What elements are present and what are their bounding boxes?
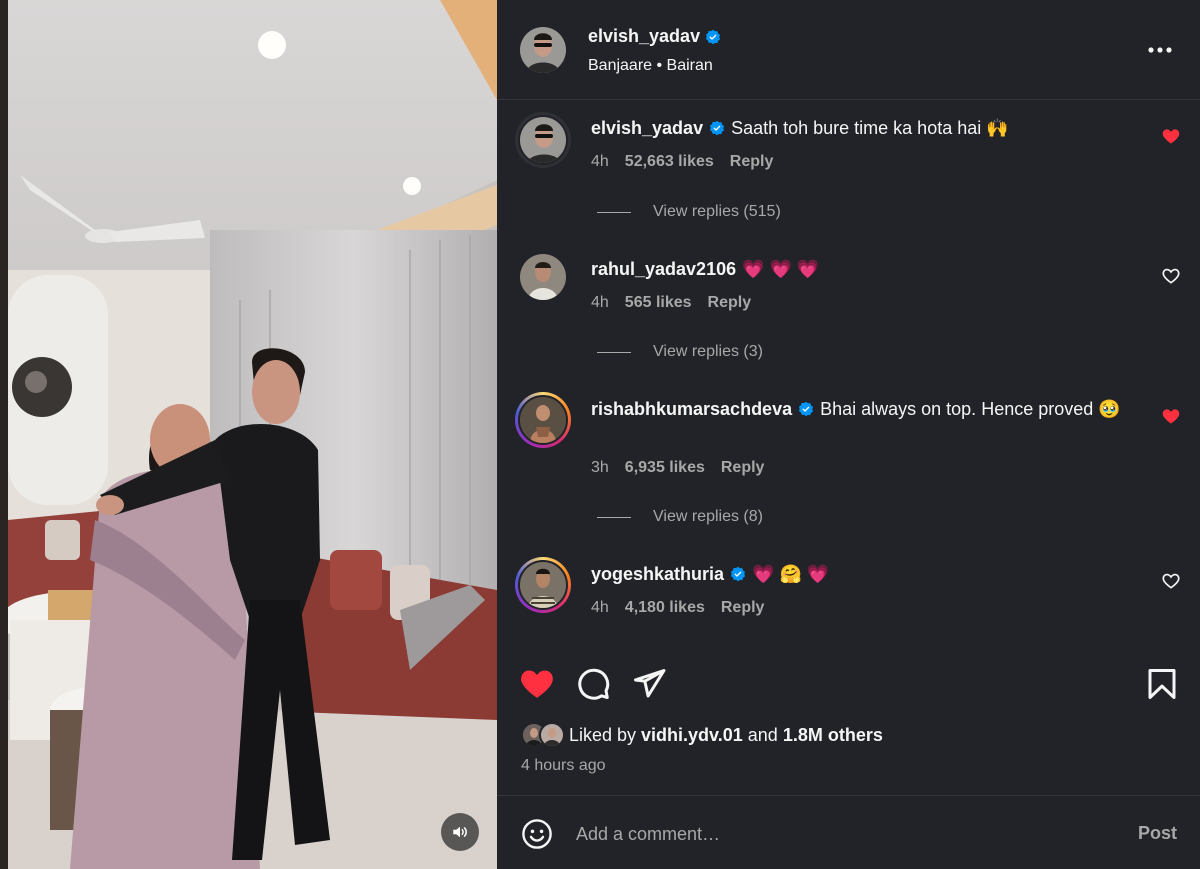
replies-divider-line xyxy=(597,516,631,518)
commenter-username[interactable]: elvish_yadav xyxy=(591,118,703,138)
reply-button[interactable]: Reply xyxy=(730,153,774,171)
comment-input[interactable] xyxy=(576,820,1096,848)
commenter-avatar-story-ring[interactable] xyxy=(515,392,571,448)
comment-meta: 4h 4,180 likes Reply xyxy=(591,599,764,617)
media-edge xyxy=(0,0,8,869)
post-timestamp[interactable]: 4 hours ago xyxy=(521,757,606,775)
author-username[interactable]: elvish_yadav xyxy=(588,26,700,47)
view-replies-label: View replies (3) xyxy=(653,343,763,360)
post-action-bar xyxy=(497,660,1200,710)
view-replies-label: View replies (8) xyxy=(653,508,763,525)
verified-badge-icon xyxy=(706,29,721,44)
comment-likes[interactable]: 565 likes xyxy=(625,294,692,312)
comment-like-heart-icon[interactable] xyxy=(1161,126,1181,146)
verified-badge-icon xyxy=(731,566,746,582)
liked-by-user[interactable]: vidhi.ydv.01 xyxy=(641,725,743,746)
commenter-avatar-story-ring[interactable] xyxy=(515,557,571,613)
liker-avatar[interactable] xyxy=(539,722,565,748)
comment-likes[interactable]: 4,180 likes xyxy=(625,599,705,617)
comment-body: yogeshkathuria 💗 🤗 💗 xyxy=(591,561,1151,587)
comment-time[interactable]: 4h xyxy=(591,153,609,171)
audio-label[interactable]: Banjaare • Bairan xyxy=(588,57,713,75)
liked-by-row: Liked by vidhi.ydv.01 and 1.8M others xyxy=(521,722,883,748)
comment-time[interactable]: 4h xyxy=(591,599,609,617)
verified-badge-icon xyxy=(799,401,814,417)
comment-body: rahul_yadav2106 💗 💗 💗 xyxy=(591,256,1151,282)
more-horizontal-icon[interactable] xyxy=(1147,40,1173,60)
view-replies-label: View replies (515) xyxy=(653,203,781,220)
liked-by-and: and xyxy=(747,724,778,745)
verified-badge-icon xyxy=(710,120,725,136)
comment-bubble-icon[interactable] xyxy=(575,666,611,702)
commenter-username[interactable]: rahul_yadav2106 xyxy=(591,259,736,279)
post-details-panel: elvish_yadav Banjaare • Bairan elvish_ya… xyxy=(497,0,1200,869)
comment-body: elvish_yadav Saath toh bure time ka hota … xyxy=(591,115,1151,141)
author-avatar[interactable] xyxy=(520,27,566,73)
commenter-avatar[interactable] xyxy=(520,254,566,300)
bookmark-save-icon[interactable] xyxy=(1144,666,1180,702)
view-replies-button[interactable]: View replies (3) xyxy=(597,343,763,361)
reply-button[interactable]: Reply xyxy=(708,294,752,312)
audio-toggle-button[interactable] xyxy=(441,813,479,851)
reply-button[interactable]: Reply xyxy=(721,599,765,617)
reply-button[interactable]: Reply xyxy=(721,459,765,477)
comment-body: rishabhkumarsachdeva Bhai always on top. … xyxy=(591,396,1151,422)
likes-count-link[interactable]: 1.8M others xyxy=(783,725,883,746)
comment-likes[interactable]: 52,663 likes xyxy=(625,153,714,171)
like-heart-filled-icon[interactable] xyxy=(519,666,555,702)
comment-time[interactable]: 3h xyxy=(591,459,609,477)
view-replies-button[interactable]: View replies (515) xyxy=(597,203,781,221)
post-header: elvish_yadav Banjaare • Bairan xyxy=(497,0,1200,100)
commenter-avatar[interactable] xyxy=(515,112,571,168)
post-media-video[interactable] xyxy=(0,0,497,869)
comment-like-heart-outline-icon[interactable] xyxy=(1161,266,1181,286)
commenter-username[interactable]: rishabhkumarsachdeva xyxy=(591,399,792,419)
comment-meta: 4h 52,663 likes Reply xyxy=(591,153,773,171)
speaker-icon xyxy=(453,826,467,838)
commenter-username[interactable]: yogeshkathuria xyxy=(591,564,724,584)
comment-meta: 3h 6,935 likes Reply xyxy=(591,459,764,477)
comment-likes[interactable]: 6,935 likes xyxy=(625,459,705,477)
comment-text: Saath toh bure time ka hota hai 🙌 xyxy=(731,118,1009,138)
post-comment-button[interactable]: Post xyxy=(1138,823,1177,844)
comment-text: Bhai always on top. Hence proved 🥹 xyxy=(820,399,1121,419)
comment-text: 💗 🤗 💗 xyxy=(752,564,830,584)
add-comment-bar: Post xyxy=(497,795,1200,869)
replies-divider-line xyxy=(597,351,631,353)
room-scene-image xyxy=(0,0,497,869)
comment-like-heart-outline-icon[interactable] xyxy=(1161,571,1181,591)
liked-by-prefix: Liked by xyxy=(569,724,637,745)
author-name-row: elvish_yadav xyxy=(588,26,721,47)
comment-time[interactable]: 4h xyxy=(591,294,609,312)
share-send-icon[interactable] xyxy=(631,666,667,702)
comment-text: 💗 💗 💗 xyxy=(742,259,820,279)
emoji-smiley-icon[interactable] xyxy=(521,818,553,850)
comment-like-heart-icon[interactable] xyxy=(1161,406,1181,426)
comment-meta: 4h 565 likes Reply xyxy=(591,294,751,312)
replies-divider-line xyxy=(597,211,631,213)
view-replies-button[interactable]: View replies (8) xyxy=(597,508,763,526)
